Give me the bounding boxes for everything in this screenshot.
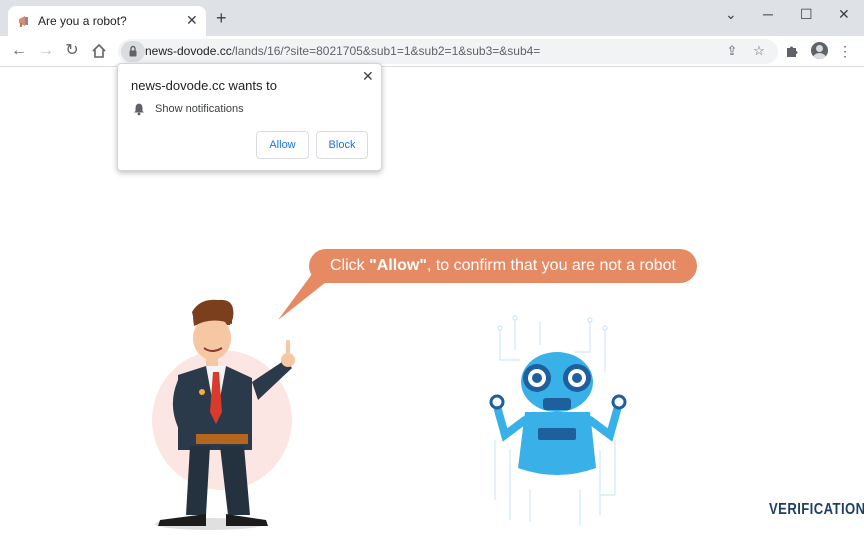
- site-info-button[interactable]: [121, 41, 145, 62]
- bubble-prefix: Click: [330, 257, 370, 274]
- tab-title: Are you a robot?: [38, 14, 127, 28]
- bookmark-star-icon[interactable]: ☆: [751, 43, 767, 59]
- window-close-button[interactable]: ✕: [838, 6, 850, 23]
- reload-icon[interactable]: ↻: [63, 42, 81, 60]
- share-icon[interactable]: ⇪: [724, 43, 740, 59]
- maximize-button[interactable]: ☐: [800, 6, 813, 23]
- tab-active[interactable]: Are you a robot? ✕: [8, 6, 206, 36]
- bubble-allow-text: "Allow": [369, 257, 427, 274]
- tab-search-icon[interactable]: ⌄: [725, 6, 737, 23]
- menu-kebab-icon[interactable]: ⋮: [837, 43, 853, 59]
- notification-permission-dialog: news-dovode.cc wants to ✕ Show notificat…: [117, 63, 382, 171]
- bell-icon: [134, 103, 144, 116]
- url-host: news-dovode.cc: [145, 44, 232, 58]
- url-path: /lands/16/?site=8021705&sub1=1&sub2=1&su…: [231, 44, 541, 58]
- forward-icon[interactable]: →: [37, 42, 55, 60]
- url-text: news-dovode.cc/lands/16/?site=8021705&su…: [145, 44, 540, 58]
- profile-avatar-icon[interactable]: [811, 42, 828, 59]
- minimize-button[interactable]: ─: [763, 6, 773, 22]
- dialog-title: news-dovode.cc wants to: [131, 78, 277, 93]
- dialog-close-icon[interactable]: ✕: [362, 68, 374, 85]
- lock-icon: [129, 45, 137, 57]
- tab-close-icon[interactable]: ✕: [186, 12, 198, 29]
- verification-label: VERIFICATION: [769, 501, 864, 518]
- tab-strip: Are you a robot? ✕ + ⌄ ─ ☐ ✕: [0, 0, 864, 36]
- speech-bubble: Click "Allow", to confirm that you are n…: [309, 249, 697, 283]
- extensions-puzzle-icon[interactable]: [784, 43, 800, 59]
- address-bar[interactable]: news-dovode.cc/lands/16/?site=8021705&su…: [118, 39, 778, 64]
- back-icon[interactable]: ←: [10, 42, 28, 60]
- allow-button[interactable]: Allow: [256, 131, 309, 159]
- home-icon[interactable]: [90, 42, 108, 60]
- bubble-suffix: , to confirm that you are not a robot: [426, 257, 676, 274]
- permission-label: Show notifications: [155, 103, 244, 115]
- megaphone-icon: [19, 16, 28, 27]
- block-button[interactable]: Block: [316, 131, 368, 159]
- new-tab-button[interactable]: +: [216, 9, 227, 27]
